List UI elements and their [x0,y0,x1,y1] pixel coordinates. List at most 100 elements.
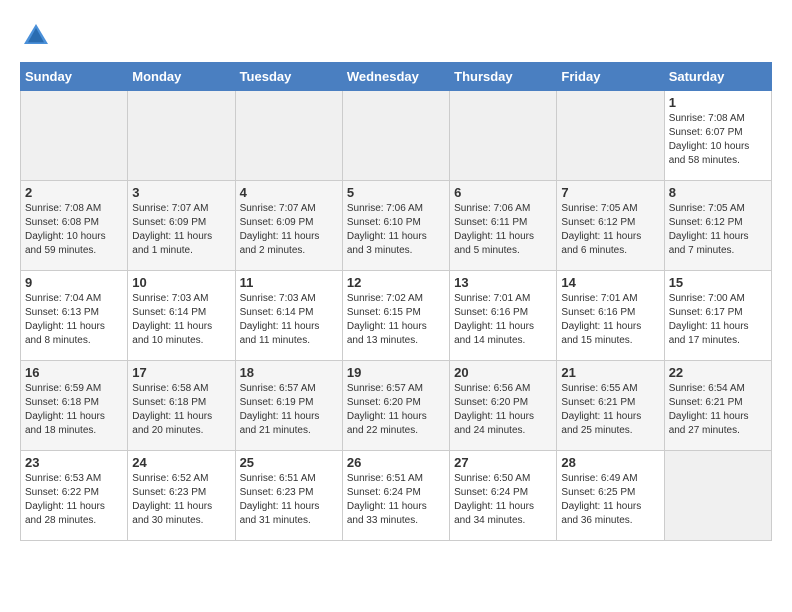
calendar-cell: 28 Sunrise: 6:49 AM Sunset: 6:25 PM Dayli… [557,451,664,541]
day-info: Sunrise: 7:07 AM Sunset: 6:09 PM Dayligh… [132,202,230,258]
logo [20,20,56,52]
calendar-cell: 3 Sunrise: 7:07 AM Sunset: 6:09 PM Daylig… [128,181,235,271]
day-info: Sunrise: 7:00 AM Sunset: 6:17 PM Dayligh… [669,292,767,348]
day-number: 27 [454,455,552,470]
calendar-cell: 9 Sunrise: 7:04 AM Sunset: 6:13 PM Daylig… [21,271,128,361]
day-info: Sunrise: 6:57 AM Sunset: 6:20 PM Dayligh… [347,382,445,438]
day-number: 3 [132,185,230,200]
day-info: Sunrise: 7:08 AM Sunset: 6:08 PM Dayligh… [25,202,123,258]
day-number: 4 [240,185,338,200]
weekday-header-saturday: Saturday [664,63,771,91]
weekday-header-wednesday: Wednesday [342,63,449,91]
calendar-cell: 5 Sunrise: 7:06 AM Sunset: 6:10 PM Daylig… [342,181,449,271]
calendar-cell: 26 Sunrise: 6:51 AM Sunset: 6:24 PM Dayli… [342,451,449,541]
day-info: Sunrise: 7:05 AM Sunset: 6:12 PM Dayligh… [561,202,659,258]
day-info: Sunrise: 6:55 AM Sunset: 6:21 PM Dayligh… [561,382,659,438]
day-number: 17 [132,365,230,380]
day-number: 20 [454,365,552,380]
calendar-cell: 20 Sunrise: 6:56 AM Sunset: 6:20 PM Dayli… [450,361,557,451]
weekday-header-friday: Friday [557,63,664,91]
day-number: 1 [669,95,767,110]
calendar-cell: 17 Sunrise: 6:58 AM Sunset: 6:18 PM Dayli… [128,361,235,451]
day-number: 12 [347,275,445,290]
day-info: Sunrise: 6:51 AM Sunset: 6:24 PM Dayligh… [347,472,445,528]
day-number: 9 [25,275,123,290]
day-info: Sunrise: 7:03 AM Sunset: 6:14 PM Dayligh… [240,292,338,348]
day-number: 22 [669,365,767,380]
day-number: 7 [561,185,659,200]
day-number: 24 [132,455,230,470]
calendar-cell: 8 Sunrise: 7:05 AM Sunset: 6:12 PM Daylig… [664,181,771,271]
calendar-cell: 25Sunrise: 6:51 AM Sunset: 6:23 PM Dayli… [235,451,342,541]
logo-icon [20,20,52,52]
calendar-cell [664,451,771,541]
day-info: Sunrise: 7:01 AM Sunset: 6:16 PM Dayligh… [561,292,659,348]
day-number: 21 [561,365,659,380]
day-number: 25 [240,455,338,470]
day-info: Sunrise: 7:01 AM Sunset: 6:16 PM Dayligh… [454,292,552,348]
day-info: Sunrise: 7:02 AM Sunset: 6:15 PM Dayligh… [347,292,445,348]
day-number: 16 [25,365,123,380]
day-number: 28 [561,455,659,470]
calendar-week-row: 2 Sunrise: 7:08 AM Sunset: 6:08 PM Daylig… [21,181,772,271]
calendar-week-row: 9 Sunrise: 7:04 AM Sunset: 6:13 PM Daylig… [21,271,772,361]
calendar-cell: 11 Sunrise: 7:03 AM Sunset: 6:14 PM Dayli… [235,271,342,361]
calendar-table: SundayMondayTuesdayWednesdayThursdayFrid… [20,62,772,541]
day-info: Sunrise: 6:49 AM Sunset: 6:25 PM Dayligh… [561,472,659,528]
calendar-cell: 22 Sunrise: 6:54 AM Sunset: 6:21 PM Dayli… [664,361,771,451]
day-info: Sunrise: 6:59 AM Sunset: 6:18 PM Dayligh… [25,382,123,438]
calendar-cell: 13 Sunrise: 7:01 AM Sunset: 6:16 PM Dayli… [450,271,557,361]
calendar-cell: 19 Sunrise: 6:57 AM Sunset: 6:20 PM Dayli… [342,361,449,451]
day-number: 13 [454,275,552,290]
day-number: 2 [25,185,123,200]
weekday-header-thursday: Thursday [450,63,557,91]
day-number: 15 [669,275,767,290]
calendar-cell: 18 Sunrise: 6:57 AM Sunset: 6:19 PM Dayli… [235,361,342,451]
calendar-cell: 10Sunrise: 7:03 AM Sunset: 6:14 PM Dayli… [128,271,235,361]
calendar-cell: 4 Sunrise: 7:07 AM Sunset: 6:09 PM Daylig… [235,181,342,271]
calendar-cell: 21 Sunrise: 6:55 AM Sunset: 6:21 PM Dayli… [557,361,664,451]
weekday-header-row: SundayMondayTuesdayWednesdayThursdayFrid… [21,63,772,91]
calendar-cell: 6 Sunrise: 7:06 AM Sunset: 6:11 PM Daylig… [450,181,557,271]
day-number: 23 [25,455,123,470]
calendar-cell: 7 Sunrise: 7:05 AM Sunset: 6:12 PM Daylig… [557,181,664,271]
day-number: 5 [347,185,445,200]
day-info: Sunrise: 6:54 AM Sunset: 6:21 PM Dayligh… [669,382,767,438]
calendar-cell [128,91,235,181]
day-info: Sunrise: 7:05 AM Sunset: 6:12 PM Dayligh… [669,202,767,258]
day-info: Sunrise: 6:57 AM Sunset: 6:19 PM Dayligh… [240,382,338,438]
day-number: 19 [347,365,445,380]
day-info: Sunrise: 7:04 AM Sunset: 6:13 PM Dayligh… [25,292,123,348]
calendar-week-row: 23 Sunrise: 6:53 AM Sunset: 6:22 PM Dayli… [21,451,772,541]
calendar-cell [557,91,664,181]
calendar-week-row: 1 Sunrise: 7:08 AM Sunset: 6:07 PM Daylig… [21,91,772,181]
weekday-header-monday: Monday [128,63,235,91]
day-info: Sunrise: 7:06 AM Sunset: 6:10 PM Dayligh… [347,202,445,258]
calendar-cell [235,91,342,181]
calendar-week-row: 16 Sunrise: 6:59 AM Sunset: 6:18 PM Dayli… [21,361,772,451]
calendar-cell: 24 Sunrise: 6:52 AM Sunset: 6:23 PM Dayli… [128,451,235,541]
calendar-cell [450,91,557,181]
weekday-header-sunday: Sunday [21,63,128,91]
calendar-cell: 2 Sunrise: 7:08 AM Sunset: 6:08 PM Daylig… [21,181,128,271]
day-info: Sunrise: 7:08 AM Sunset: 6:07 PM Dayligh… [669,112,767,168]
day-number: 14 [561,275,659,290]
calendar-cell: 16 Sunrise: 6:59 AM Sunset: 6:18 PM Dayli… [21,361,128,451]
calendar-cell [21,91,128,181]
day-info: Sunrise: 6:53 AM Sunset: 6:22 PM Dayligh… [25,472,123,528]
calendar-cell [342,91,449,181]
day-info: Sunrise: 6:56 AM Sunset: 6:20 PM Dayligh… [454,382,552,438]
day-number: 18 [240,365,338,380]
day-number: 26 [347,455,445,470]
day-info: Sunrise: 6:52 AM Sunset: 6:23 PM Dayligh… [132,472,230,528]
calendar-cell: 15 Sunrise: 7:00 AM Sunset: 6:17 PM Dayli… [664,271,771,361]
day-number: 8 [669,185,767,200]
day-number: 6 [454,185,552,200]
day-info: Sunrise: 7:06 AM Sunset: 6:11 PM Dayligh… [454,202,552,258]
calendar-cell: 1 Sunrise: 7:08 AM Sunset: 6:07 PM Daylig… [664,91,771,181]
day-info: Sunrise: 6:58 AM Sunset: 6:18 PM Dayligh… [132,382,230,438]
calendar-cell: 12 Sunrise: 7:02 AM Sunset: 6:15 PM Dayli… [342,271,449,361]
page-header [20,20,772,52]
day-info: Sunrise: 7:07 AM Sunset: 6:09 PM Dayligh… [240,202,338,258]
day-number: 11 [240,275,338,290]
